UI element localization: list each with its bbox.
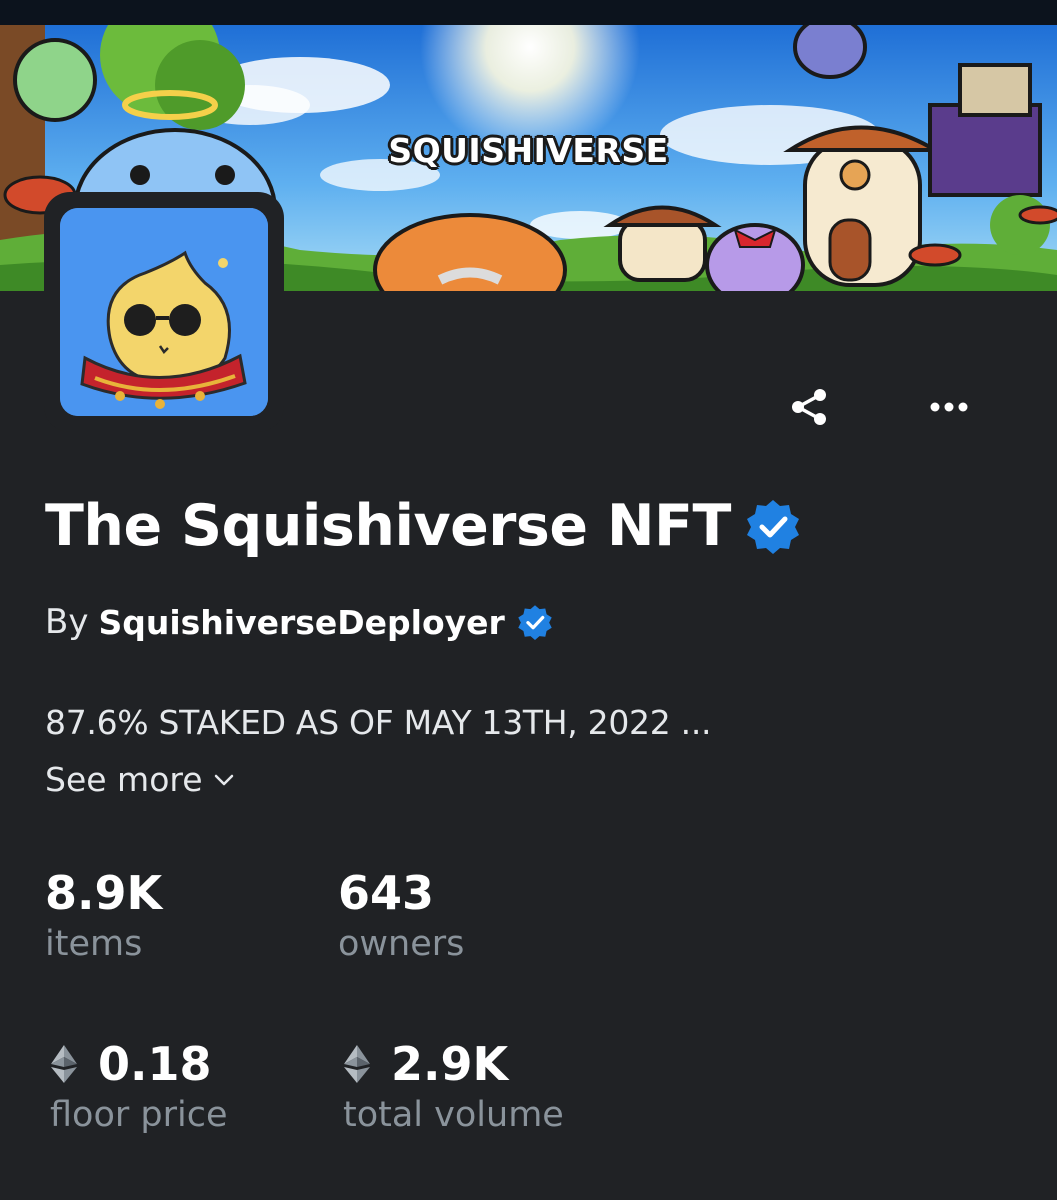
page-title: The Squishiverse NFT — [45, 493, 731, 559]
collection-page: SQUISHIVERSE The Squishiverse NFT By Squ… — [0, 0, 1057, 1200]
see-more-button[interactable]: See more — [45, 760, 235, 799]
collection-title-row: The Squishiverse NFT — [45, 491, 801, 561]
collection-avatar[interactable] — [44, 192, 284, 432]
more-horizontal-icon[interactable] — [922, 380, 976, 434]
by-label: By — [45, 602, 89, 642]
stat-owners[interactable]: 643 owners — [338, 866, 464, 964]
creator-verified-badge-icon — [518, 605, 552, 640]
creator-link[interactable]: SquishiverseDeployer — [98, 603, 504, 642]
stat-total-volume-label: total volume — [343, 1095, 564, 1135]
stat-items-label: items — [45, 924, 143, 964]
stat-floor-price-label: floor price — [50, 1095, 228, 1135]
avatar-image — [60, 208, 268, 416]
status-bar — [0, 0, 1057, 25]
ethereum-icon — [51, 1045, 77, 1083]
ethereum-icon — [344, 1045, 370, 1083]
creator-row: By SquishiverseDeployer — [45, 600, 553, 644]
stat-items-value: 8.9K — [45, 866, 163, 920]
chevron-down-icon — [214, 774, 233, 785]
verified-badge-icon — [746, 500, 799, 554]
see-more-label: See more — [45, 760, 203, 799]
stat-owners-value: 643 — [338, 866, 435, 920]
stat-items: 8.9K items — [45, 866, 162, 964]
stat-floor-price-row: 0.18 — [50, 1037, 228, 1091]
stat-total-volume: 2.9K total volume — [343, 1037, 564, 1135]
stat-total-volume-value: 2.9K — [391, 1037, 509, 1091]
stat-owners-label: owners — [338, 924, 465, 964]
stat-total-volume-row: 2.9K — [343, 1037, 564, 1091]
stat-floor-price-value: 0.18 — [98, 1037, 212, 1091]
collection-description: 87.6% STAKED AS OF MAY 13TH, 2022 ... — [45, 703, 712, 742]
banner-logo-text: SQUISHIVERSE — [388, 131, 669, 170]
stat-floor-price: 0.18 floor price — [50, 1037, 228, 1135]
share-icon[interactable] — [782, 380, 836, 434]
